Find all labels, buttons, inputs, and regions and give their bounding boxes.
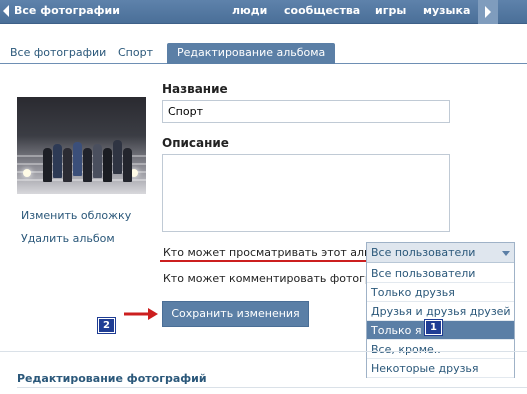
back-arrow-icon[interactable] bbox=[3, 5, 9, 17]
nav-communities[interactable]: сообщества bbox=[284, 4, 360, 17]
nav-more-button[interactable] bbox=[478, 0, 498, 24]
chevron-right-icon bbox=[485, 6, 491, 18]
top-bar: Все фотографии люди сообщества игры музы… bbox=[0, 0, 527, 24]
annotation-arrow-icon bbox=[124, 308, 158, 320]
option-all-except[interactable]: Все, кроме.. bbox=[367, 340, 514, 359]
option-all-users[interactable]: Все пользователи bbox=[367, 264, 514, 283]
save-changes-button[interactable]: Сохранить изменения bbox=[162, 301, 309, 327]
album-description-input[interactable] bbox=[162, 154, 450, 232]
tab-sport[interactable]: Спорт bbox=[118, 43, 153, 64]
top-bar-title[interactable]: Все фотографии bbox=[14, 4, 120, 17]
change-cover-link[interactable]: Изменить обложку bbox=[21, 209, 131, 222]
tab-all-photos[interactable]: Все фотографии bbox=[10, 43, 106, 64]
dropdown-selected-value[interactable]: Все пользователи bbox=[367, 243, 514, 263]
description-label: Описание bbox=[162, 136, 229, 150]
option-friends-only[interactable]: Только друзья bbox=[367, 283, 514, 302]
view-privacy-label: Кто может просматривать этот альбом? bbox=[163, 246, 399, 259]
footer-divider bbox=[17, 387, 527, 388]
album-tabs: Все фотографии Спорт Редактирование альб… bbox=[0, 40, 527, 64]
annotation-badge-1: 1 bbox=[424, 319, 443, 336]
edit-photos-heading: Редактирование фотографий bbox=[17, 372, 207, 385]
annotation-badge-2: 2 bbox=[97, 317, 116, 334]
tab-edit-album[interactable]: Редактирование альбома bbox=[167, 43, 336, 64]
album-name-input[interactable] bbox=[162, 100, 450, 123]
annotation-underline bbox=[160, 260, 370, 262]
option-some-friends[interactable]: Некоторые друзья bbox=[367, 359, 514, 378]
delete-album-link[interactable]: Удалить альбом bbox=[21, 232, 115, 245]
section-divider bbox=[0, 351, 527, 352]
nav-games[interactable]: игры bbox=[375, 4, 406, 17]
album-cover-image bbox=[17, 97, 146, 194]
chevron-down-icon bbox=[502, 251, 510, 256]
option-friends-of-friends[interactable]: Друзья и друзья друзей bbox=[367, 302, 514, 321]
nav-people[interactable]: люди bbox=[232, 4, 267, 17]
name-label: Название bbox=[162, 82, 228, 96]
view-privacy-dropdown[interactable]: Все пользователи Все пользователи Только… bbox=[366, 242, 515, 378]
nav-music[interactable]: музыка bbox=[423, 4, 470, 17]
